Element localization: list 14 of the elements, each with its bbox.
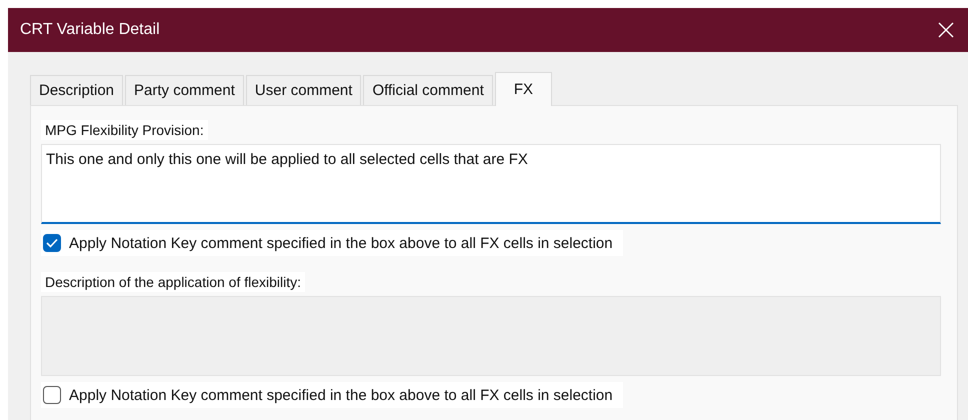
text-field[interactable]: This one and only this one will be applied to all selected cells that are FX	[41, 144, 941, 224]
tab[interactable]: Description	[30, 75, 124, 105]
tab[interactable]: FX	[494, 72, 552, 106]
tab[interactable]: Party comment	[125, 75, 244, 105]
check-icon	[46, 238, 58, 248]
tab[interactable]: User comment	[246, 75, 362, 105]
checkbox-label: Apply Notation Key comment specified in the box above to all FX cells in selection	[69, 234, 613, 252]
field-label: MPG Flexibility Provision:	[41, 120, 208, 140]
checkbox[interactable]	[43, 234, 61, 252]
field-label: Description of the application of flexibility:	[41, 272, 306, 292]
window-title: CRT Variable Detail	[20, 21, 160, 39]
close-icon	[938, 22, 954, 38]
tab[interactable]: Official comment	[363, 75, 493, 105]
checkbox-label: Apply Notation Key comment specified in the box above to all FX cells in selection	[69, 386, 613, 404]
